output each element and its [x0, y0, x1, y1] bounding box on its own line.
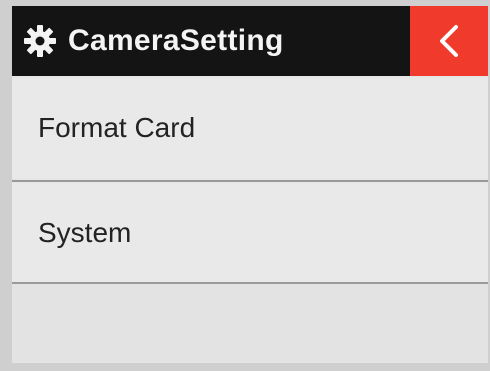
back-button[interactable]: [410, 6, 488, 76]
camera-screen: CameraSetting Format Card System: [12, 6, 488, 363]
gear-icon: [24, 25, 56, 57]
menu-item-system[interactable]: System: [12, 183, 488, 283]
empty-menu-area: [12, 284, 488, 363]
divider: [12, 180, 488, 182]
header-title-group: CameraSetting: [22, 6, 284, 76]
chevron-left-icon: [440, 25, 458, 57]
menu-item-label: System: [38, 217, 132, 248]
menu-item-label: Format Card: [38, 112, 196, 143]
page-title: CameraSetting: [68, 24, 284, 57]
menu-item-format-card[interactable]: Format Card: [12, 78, 488, 178]
header-bar: CameraSetting: [12, 6, 488, 76]
